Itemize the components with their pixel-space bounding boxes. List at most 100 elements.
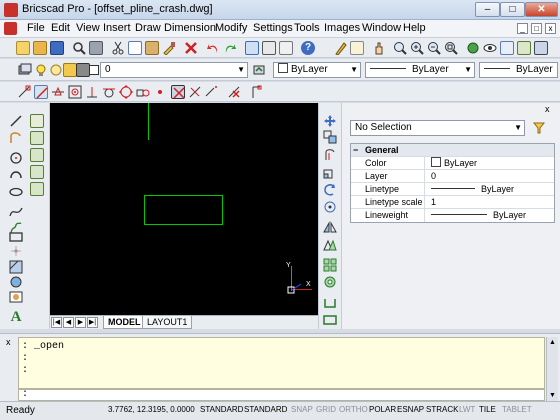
- scroll-down-arrow[interactable]: ▼: [549, 392, 556, 399]
- last-tab-button[interactable]: ▶|: [87, 317, 98, 328]
- redo-icon[interactable]: [223, 41, 237, 55]
- line-tool-icon[interactable]: [9, 114, 23, 128]
- menu-dimension[interactable]: Dimension: [164, 22, 216, 34]
- property-value-lineweight[interactable]: ByLayer: [427, 209, 554, 222]
- layer-states-icon[interactable]: [517, 41, 531, 55]
- menu-settings[interactable]: Settings: [253, 22, 293, 34]
- hatch-tool-icon[interactable]: [9, 260, 23, 274]
- region-tool-icon[interactable]: [9, 275, 23, 289]
- pan-icon[interactable]: [372, 41, 386, 55]
- zoom-realtime-icon[interactable]: [393, 41, 407, 55]
- zoom-out-icon[interactable]: [427, 41, 441, 55]
- open-icon[interactable]: [33, 41, 47, 55]
- snap-quadrant-icon[interactable]: [119, 85, 133, 99]
- break-tool-icon[interactable]: [323, 296, 337, 310]
- drawing-canvas[interactable]: Y X: [50, 103, 318, 315]
- property-value-linetype[interactable]: ByLayer: [427, 183, 554, 196]
- layer-on-bulb-icon[interactable]: [34, 63, 48, 77]
- viewports-icon[interactable]: [500, 41, 514, 55]
- strack-toggle[interactable]: STRACK: [426, 405, 458, 414]
- command-close-button[interactable]: x: [6, 337, 11, 347]
- design-center-icon[interactable]: [279, 41, 293, 55]
- property-row-lineweight[interactable]: Lineweight ByLayer: [351, 209, 554, 222]
- render-icon[interactable]: [466, 41, 480, 55]
- property-row-layer[interactable]: Layer 0: [351, 170, 554, 183]
- tablet-toggle[interactable]: TABLET: [502, 405, 532, 414]
- scale-tool-icon[interactable]: [323, 165, 337, 179]
- menu-draw[interactable]: Draw: [135, 22, 161, 34]
- fillet-tool-icon[interactable]: [323, 313, 337, 327]
- wipeout-tool-icon[interactable]: [9, 290, 23, 304]
- doc-close-button[interactable]: x: [545, 23, 556, 34]
- general-section-header[interactable]: − General: [351, 144, 554, 157]
- minimize-button[interactable]: –: [475, 2, 500, 17]
- maximize-button[interactable]: □: [500, 2, 525, 17]
- snap-insertion-icon[interactable]: [136, 85, 150, 99]
- collapse-toggle[interactable]: −: [353, 144, 358, 156]
- print-preview-icon[interactable]: [72, 41, 86, 55]
- layer-plot-icon[interactable]: [76, 63, 90, 77]
- command-input[interactable]: :: [18, 389, 545, 401]
- snap-perpendicular-icon[interactable]: [85, 85, 99, 99]
- properties-close-button[interactable]: x: [545, 104, 550, 114]
- snap-midpoint-icon[interactable]: [51, 85, 65, 99]
- command-history[interactable]: : _open : :: [18, 337, 545, 389]
- offset-tool-icon[interactable]: [323, 147, 337, 161]
- xref-attach-icon[interactable]: [30, 165, 44, 179]
- lineweight-select[interactable]: ByLayer: [479, 62, 558, 78]
- mirror-tool-icon[interactable]: [323, 220, 337, 234]
- block-make-icon[interactable]: [30, 131, 44, 145]
- snap-node-icon[interactable]: [153, 85, 167, 99]
- circle-tool-icon[interactable]: [9, 151, 23, 165]
- arc-tool-icon[interactable]: [9, 167, 23, 181]
- quick-select-icon[interactable]: [532, 121, 546, 135]
- rectangle-tool-icon[interactable]: [9, 230, 23, 244]
- delete-icon[interactable]: [184, 41, 198, 55]
- tile-toggle[interactable]: TILE: [479, 405, 496, 414]
- layer-select[interactable]: 0 ▼: [100, 62, 248, 78]
- menu-insert[interactable]: Insert: [103, 22, 131, 34]
- menu-window[interactable]: Window: [362, 22, 401, 34]
- property-row-color[interactable]: Color ByLayer: [351, 157, 554, 170]
- spline-tool-icon[interactable]: [9, 205, 23, 219]
- color-select[interactable]: ByLayer ▼: [273, 62, 361, 78]
- zoom-in-icon[interactable]: [410, 41, 424, 55]
- copy-entities-icon[interactable]: [323, 130, 337, 144]
- snap-intersection-icon[interactable]: [171, 85, 185, 99]
- zoom-window-icon[interactable]: [444, 41, 458, 55]
- help-icon[interactable]: ?: [301, 41, 315, 55]
- trim-tool-icon[interactable]: [323, 258, 337, 272]
- snap-settings-icon[interactable]: [249, 85, 263, 99]
- first-tab-button[interactable]: |◀: [51, 317, 62, 328]
- make-current-layer-icon[interactable]: [252, 63, 266, 77]
- snap-toggle[interactable]: SNAP: [291, 405, 313, 414]
- linetype-select[interactable]: ByLayer ▼: [365, 62, 475, 78]
- tab-model[interactable]: MODEL: [103, 316, 146, 329]
- doc-minimize-button[interactable]: _: [517, 23, 528, 34]
- block-write-icon[interactable]: [30, 148, 44, 162]
- lwt-toggle[interactable]: LWT: [459, 405, 475, 414]
- new-icon[interactable]: [16, 41, 30, 55]
- snap-extension-icon[interactable]: [205, 85, 219, 99]
- extend-tool-icon[interactable]: [323, 275, 337, 289]
- cut-icon[interactable]: [111, 41, 125, 55]
- close-button[interactable]: ✕: [525, 2, 558, 17]
- copy-icon[interactable]: [128, 41, 142, 55]
- property-value-color[interactable]: ByLayer: [427, 157, 554, 170]
- doc-restore-button[interactable]: □: [531, 23, 542, 34]
- undo-icon[interactable]: [206, 41, 220, 55]
- array-tool-icon[interactable]: [323, 200, 337, 214]
- layer-lock-icon[interactable]: [63, 63, 77, 77]
- menu-edit[interactable]: Edit: [51, 22, 70, 34]
- block-insert-icon[interactable]: [30, 114, 44, 128]
- ellipse-tool-icon[interactable]: [9, 185, 23, 199]
- command-scrollbar[interactable]: ▲ ▼: [546, 337, 558, 401]
- grid-toggle[interactable]: GRID: [316, 405, 336, 414]
- esnap-toggle[interactable]: ESNAP: [397, 405, 424, 414]
- menu-images[interactable]: Images: [324, 22, 360, 34]
- image-attach-icon[interactable]: [30, 182, 44, 196]
- property-value[interactable]: 0: [427, 170, 554, 183]
- text-tool-icon[interactable]: A: [9, 310, 23, 325]
- menu-file[interactable]: File: [27, 22, 45, 34]
- tile-icon[interactable]: [534, 41, 548, 55]
